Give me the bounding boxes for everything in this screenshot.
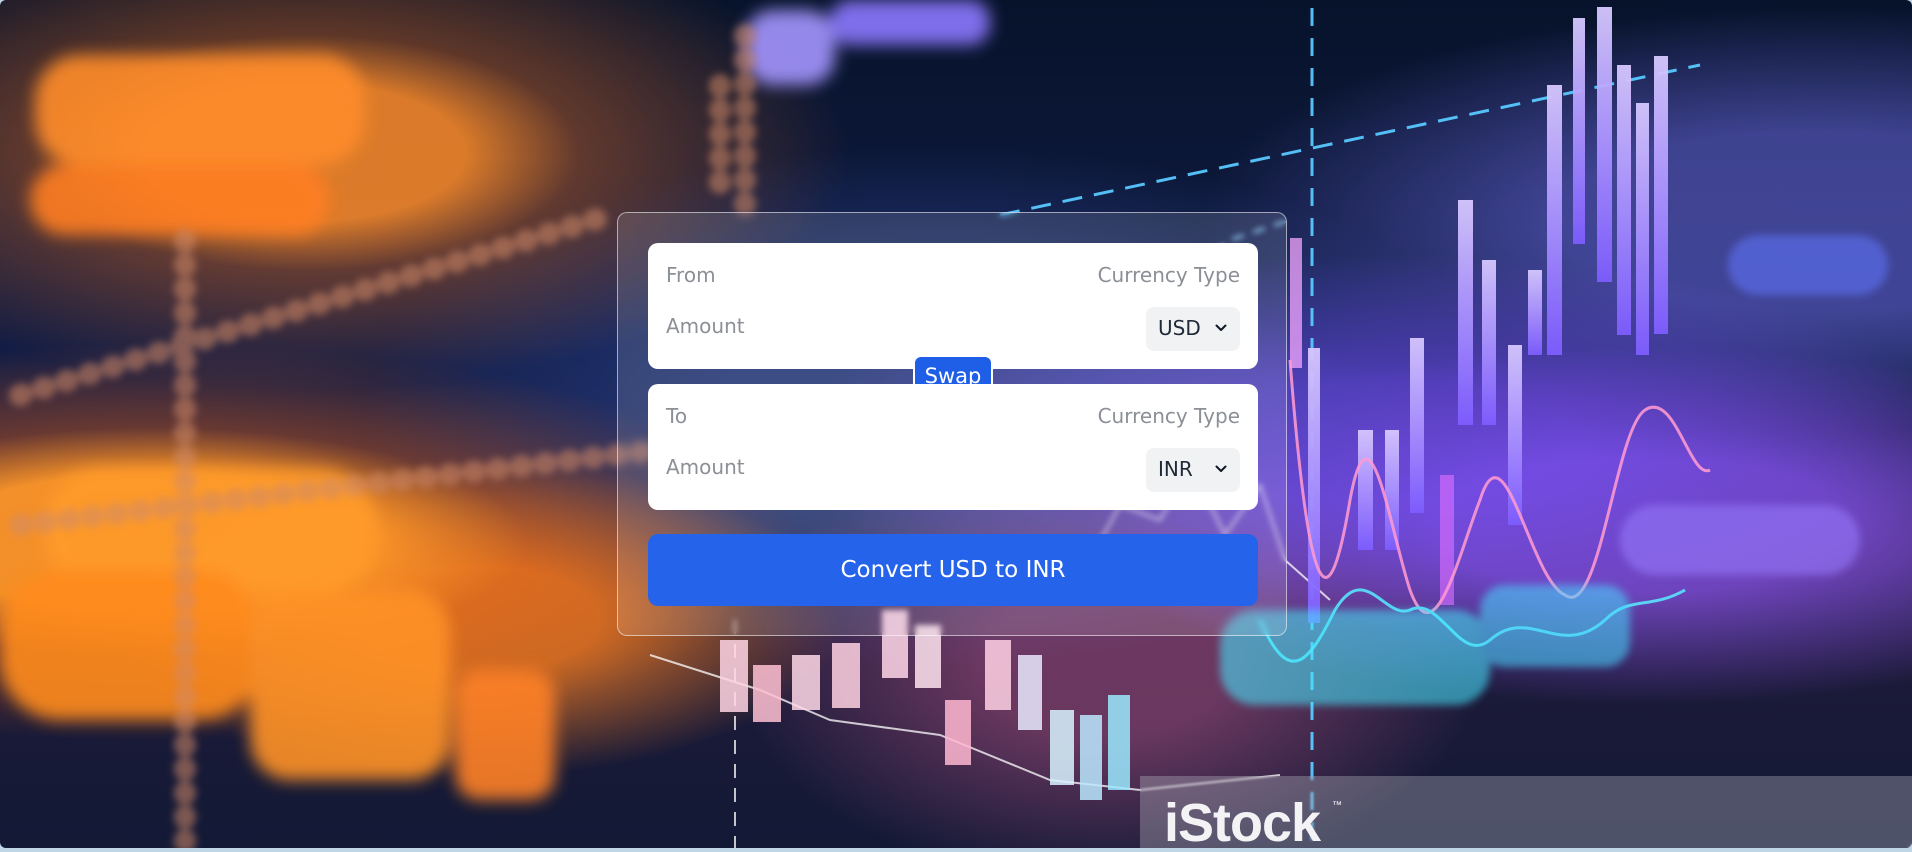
- istock-trademark-symbol: ™: [1332, 800, 1342, 811]
- chevron-down-icon: [1215, 324, 1227, 331]
- from-currency-type-label: Currency Type: [1097, 263, 1240, 287]
- to-currency-value: INR: [1158, 457, 1193, 481]
- app-page: iStock ™ From Currency Type Amount USD S…: [0, 0, 1912, 848]
- to-amount-input[interactable]: Amount: [666, 455, 745, 479]
- to-currency-type-label: Currency Type: [1097, 404, 1240, 428]
- to-label: To: [666, 404, 688, 428]
- to-currency-select[interactable]: INR: [1146, 448, 1240, 492]
- istock-watermark-logo: iStock: [1164, 793, 1321, 848]
- currency-converter-card: From Currency Type Amount USD Swap To Cu…: [617, 212, 1287, 636]
- to-currency-panel: To Currency Type Amount INR: [648, 384, 1258, 510]
- from-currency-select[interactable]: USD: [1146, 307, 1240, 351]
- from-amount-input[interactable]: Amount: [666, 314, 745, 338]
- from-currency-value: USD: [1158, 316, 1201, 340]
- from-currency-panel: From Currency Type Amount USD: [648, 243, 1258, 369]
- convert-button[interactable]: Convert USD to INR: [648, 534, 1258, 606]
- chevron-down-icon: [1215, 465, 1227, 472]
- from-label: From: [666, 263, 716, 287]
